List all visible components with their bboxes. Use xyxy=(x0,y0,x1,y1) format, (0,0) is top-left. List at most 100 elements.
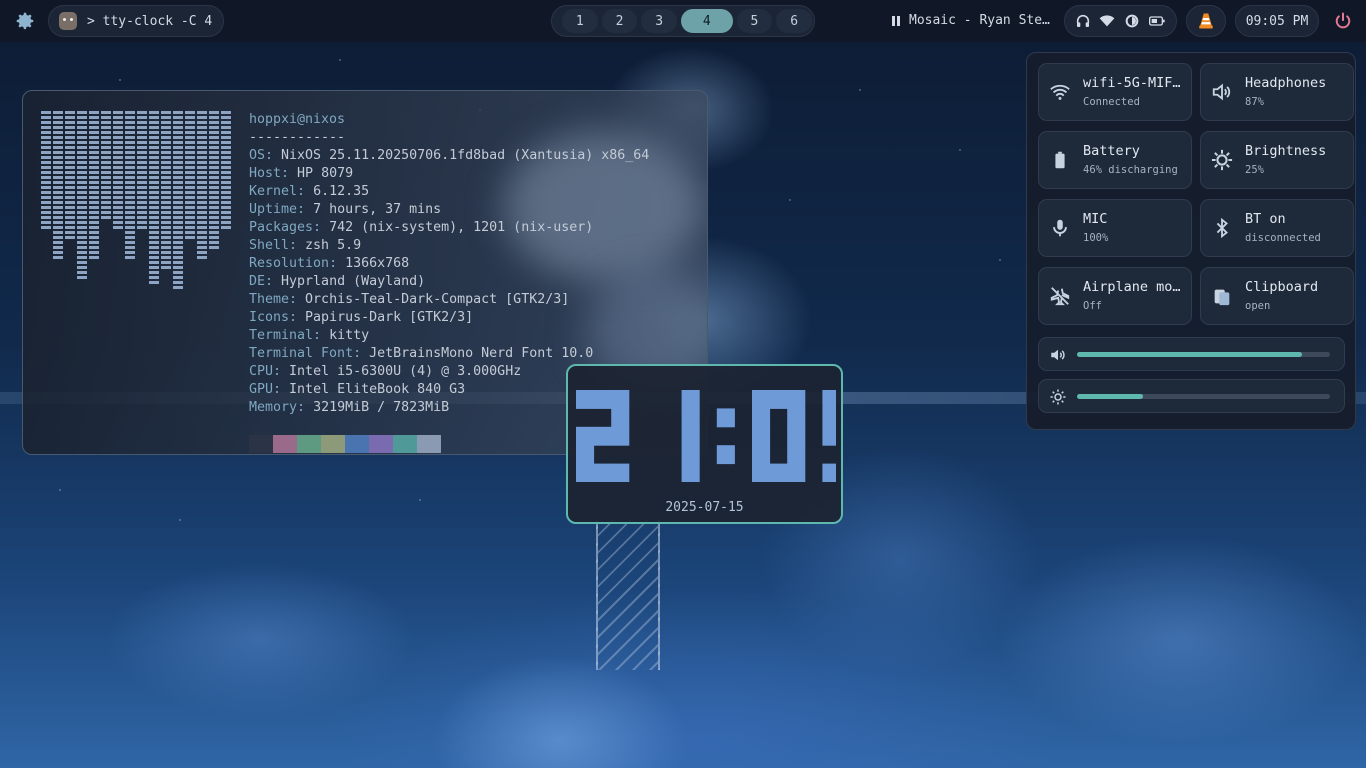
tile-subtitle: 46% discharging xyxy=(1083,164,1178,176)
info-value: zsh 5.9 xyxy=(305,238,362,253)
user-host: hoppxi@nixos xyxy=(249,112,346,127)
info-value: kitty xyxy=(329,328,370,343)
info-line: Theme: Orchis-Teal-Dark-Compact [GTK2/3] xyxy=(249,292,570,307)
workspace-4[interactable]: 4 xyxy=(681,9,733,33)
speaker-icon xyxy=(1212,83,1231,101)
info-key: DE xyxy=(249,274,266,289)
tile-battery[interactable]: Battery 46% discharging xyxy=(1038,131,1192,189)
info-line: Host: HP 8079 xyxy=(249,166,354,181)
clock-digit xyxy=(822,390,836,482)
workspace-5[interactable]: 5 xyxy=(736,9,773,33)
status-pill[interactable] xyxy=(1064,5,1177,37)
tile-bt-on[interactable]: BT on disconnected xyxy=(1200,199,1354,257)
brightness-track[interactable] xyxy=(1077,394,1330,399)
bar-time: 09:05 PM xyxy=(1245,13,1309,29)
tile-airplane-mo[interactable]: Airplane mo… Off xyxy=(1038,267,1192,325)
volume-track[interactable] xyxy=(1077,352,1330,357)
info-value: 6.12.35 xyxy=(313,184,370,199)
volume-slider[interactable] xyxy=(1038,337,1345,371)
workspace-6[interactable]: 6 xyxy=(776,9,812,33)
gear-icon[interactable] xyxy=(14,10,36,32)
top-bar: > tty-clock -C 4 1 2 3 4 5 6 Mosaic - Ry… xyxy=(0,0,1366,42)
active-window-title: > tty-clock -C 4 xyxy=(87,13,213,29)
info-key: Terminal xyxy=(249,328,314,343)
tile-headphones[interactable]: Headphones 87% xyxy=(1200,63,1354,121)
mic-icon xyxy=(1053,219,1067,237)
app-avatar xyxy=(59,12,77,30)
tray-pill[interactable] xyxy=(1186,5,1226,37)
info-key: Kernel xyxy=(249,184,298,199)
volume-fill xyxy=(1077,352,1303,357)
info-line: Packages: 742 (nix-system), 1201 (nix-us… xyxy=(249,220,594,235)
tile-title: Battery xyxy=(1083,143,1140,159)
active-window-pill[interactable]: > tty-clock -C 4 xyxy=(48,5,224,37)
info-value: NixOS 25.11.20250706.1fd8bad (Xantusia) … xyxy=(281,148,650,163)
brightness-icon xyxy=(1125,14,1138,28)
clock-digits xyxy=(576,390,836,482)
pause-icon[interactable] xyxy=(892,15,900,26)
workspace-3[interactable]: 3 xyxy=(641,9,678,33)
headphones-icon xyxy=(1076,14,1090,27)
tile-subtitle: Connected xyxy=(1083,96,1140,108)
info-value: 742 (nix-system), 1201 (nix-user) xyxy=(329,220,594,235)
workspace-2[interactable]: 2 xyxy=(601,9,638,33)
clock-pill[interactable]: 09:05 PM xyxy=(1235,5,1319,37)
tile-title: wifi-5G-MIF… xyxy=(1083,75,1181,91)
tile-wifi-5g-mif[interactable]: wifi-5G-MIF… Connected xyxy=(1038,63,1192,121)
media-widget[interactable]: Mosaic - Ryan Ste… xyxy=(892,13,1050,28)
battery-icon xyxy=(1148,16,1165,26)
brightness-fill xyxy=(1077,394,1143,399)
color-palette xyxy=(249,435,441,453)
wifi-icon xyxy=(1050,84,1070,100)
color-swatch xyxy=(417,435,441,453)
tile-brightness[interactable]: Brightness 25% xyxy=(1200,131,1354,189)
brightness-icon xyxy=(1211,149,1233,171)
tile-subtitle: open xyxy=(1245,300,1271,312)
info-line: Terminal: kitty xyxy=(249,328,370,343)
brightness-slider[interactable] xyxy=(1038,379,1345,413)
tile-subtitle: disconnected xyxy=(1245,232,1321,244)
vlc-icon[interactable] xyxy=(1197,12,1215,30)
bluetooth-icon xyxy=(1216,217,1228,239)
info-value: Papirus-Dark [GTK2/3] xyxy=(305,310,474,325)
tile-clipboard[interactable]: Clipboard open xyxy=(1200,267,1354,325)
info-key: Shell xyxy=(249,238,290,253)
info-line: Shell: zsh 5.9 xyxy=(249,238,362,253)
battery-icon xyxy=(1055,151,1065,169)
wallpaper-tower xyxy=(596,520,660,670)
tile-mic[interactable]: MIC 100% xyxy=(1038,199,1192,257)
info-value: Hyprland (Wayland) xyxy=(281,274,426,289)
info-value: 3219MiB / 7823MiB xyxy=(313,400,450,415)
info-key: Memory xyxy=(249,400,298,415)
info-key: Theme xyxy=(249,292,290,307)
workspace-1[interactable]: 1 xyxy=(562,9,598,33)
clock-date: 2025-07-15 xyxy=(665,500,744,515)
info-key: CPU xyxy=(249,364,274,379)
color-swatch xyxy=(345,435,369,453)
tile-subtitle: 25% xyxy=(1245,164,1264,176)
color-swatch xyxy=(273,435,297,453)
power-icon[interactable] xyxy=(1333,11,1353,31)
tty-clock-window[interactable]: 2025-07-15 xyxy=(566,364,843,524)
color-swatch xyxy=(369,435,393,453)
info-line: Resolution: 1366x768 xyxy=(249,256,410,271)
info-value: 7 hours, 37 mins xyxy=(313,202,442,217)
info-line: OS: NixOS 25.11.20250706.1fd8bad (Xantus… xyxy=(249,148,650,163)
clipboard-icon xyxy=(1214,289,1230,306)
tile-title: BT on xyxy=(1245,211,1286,227)
media-title: Mosaic - Ryan Ste… xyxy=(909,13,1050,28)
info-line: Terminal Font: JetBrainsMono Nerd Font 1… xyxy=(249,346,594,361)
separator: ------------ xyxy=(249,130,346,145)
info-value: Orchis-Teal-Dark-Compact [GTK2/3] xyxy=(305,292,570,307)
color-swatch xyxy=(297,435,321,453)
info-key: GPU xyxy=(249,382,274,397)
tile-title: Airplane mo… xyxy=(1083,279,1181,295)
workspace-switcher: 1 2 3 4 5 6 xyxy=(551,5,815,37)
tile-subtitle: Off xyxy=(1083,300,1102,312)
quick-settings-panel: wifi-5G-MIF… Connected Headphones 87% Batter… xyxy=(1026,52,1356,430)
info-key: Resolution xyxy=(249,256,330,271)
info-key: Icons xyxy=(249,310,290,325)
color-swatch xyxy=(249,435,273,453)
clock-digit xyxy=(752,390,806,482)
info-line: Icons: Papirus-Dark [GTK2/3] xyxy=(249,310,474,325)
